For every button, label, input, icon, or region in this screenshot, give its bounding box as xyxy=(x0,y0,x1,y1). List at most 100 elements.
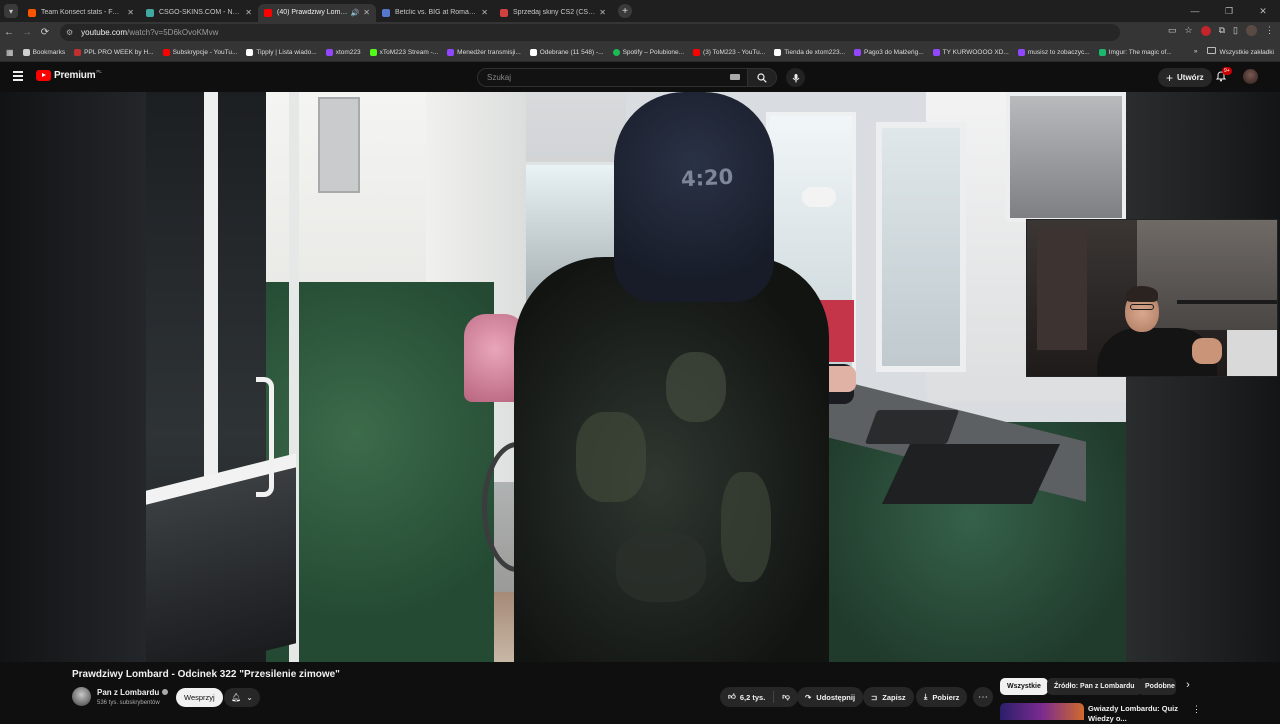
extension-icon[interactable] xyxy=(1200,25,1211,36)
thumbs-down-icon: 👎︎ xyxy=(782,692,790,701)
account-avatar[interactable] xyxy=(1243,69,1258,84)
bookmark-favicon xyxy=(854,48,862,56)
channel-avatar[interactable] xyxy=(72,687,91,706)
tab-4[interactable]: Sprzedaj skiny CS2 (CS:GO) | N ✕ xyxy=(494,4,612,22)
more-actions-button[interactable]: ⋯ xyxy=(973,687,993,707)
bookmark-3[interactable]: Tipply | Lista wiado... xyxy=(246,48,317,56)
support-button[interactable]: Wesprzyj xyxy=(176,688,223,707)
tab-0[interactable]: Team Konsect stats - FACEIT.com ✕ xyxy=(22,4,140,22)
more-bookmarks-button[interactable]: » xyxy=(1194,48,1198,55)
bookmark-label: Imgur: The magic of... xyxy=(1108,48,1172,56)
recommended-thumbnail[interactable] xyxy=(1000,703,1084,720)
bookmark-7[interactable]: Odebrane (11 548) -... xyxy=(529,48,604,56)
create-button[interactable]: + Utwórz xyxy=(1158,68,1212,87)
site-info-icon[interactable]: ⚙ xyxy=(66,28,73,37)
tab-3[interactable]: Betclic vs. BIG at Roman Imperi ✕ xyxy=(376,4,494,22)
video-player[interactable]: 4:20 xyxy=(0,92,1280,662)
like-button[interactable]: 👍︎ 6,2 tys. xyxy=(720,691,775,703)
scene-counter-window xyxy=(876,122,966,372)
bookmark-5[interactable]: xToM223 Stream -... xyxy=(369,48,438,56)
tab-2-active[interactable]: (40) Prawdziwy Lombard - O 🔊 ✕ xyxy=(258,3,376,22)
bookmark-0[interactable]: Bookmarks xyxy=(22,48,66,56)
bookmark-13[interactable]: musisz to zobaczyc... xyxy=(1017,48,1090,56)
speaker-icon[interactable]: 🔊 xyxy=(351,9,360,17)
tab-strip: ▾ Team Konsect stats - FACEIT.com ✕ CSGO… xyxy=(0,0,1280,22)
close-icon[interactable]: ✕ xyxy=(481,8,488,17)
tab-favicon xyxy=(264,8,272,17)
video-frame[interactable]: 4:20 xyxy=(146,92,1126,662)
bookmark-9[interactable]: (3) ToM223 - YouTu... xyxy=(693,48,765,56)
notifications-badge: 9+ xyxy=(1222,67,1232,75)
close-window-icon[interactable]: ✕ xyxy=(1246,6,1280,17)
microphone-icon xyxy=(792,73,799,82)
chevron-right-icon[interactable]: › xyxy=(1180,679,1196,695)
bookmark-2[interactable]: Subskrypcje - YouTu... xyxy=(162,48,237,56)
tab-favicon xyxy=(28,8,36,17)
scene-door-handle xyxy=(256,377,274,497)
scene-tablet xyxy=(864,410,960,444)
browser-menu-icon[interactable]: ⋮ xyxy=(1265,25,1274,36)
bookmark-favicon xyxy=(1017,48,1025,56)
youtube-logo[interactable]: Premium PL xyxy=(36,69,102,81)
save-button[interactable]: ⊐ Zapisz xyxy=(863,687,914,707)
new-tab-button[interactable]: + xyxy=(618,4,632,18)
logo-region: PL xyxy=(96,69,102,74)
star-icon[interactable]: ☆ xyxy=(1185,25,1193,36)
search-button[interactable] xyxy=(747,68,777,87)
tab-title: Sprzedaj skiny CS2 (CS:GO) | N xyxy=(513,9,596,16)
download-button[interactable]: ⤓ Pobierz xyxy=(916,687,968,707)
chip-related[interactable]: Podobne xyxy=(1138,678,1176,695)
split-view-icon[interactable]: ▯ xyxy=(1233,25,1238,36)
youtube-header: Premium PL Szukaj + Utwórz 9+ xyxy=(0,62,1280,92)
profile-avatar[interactable] xyxy=(1246,25,1257,36)
close-icon[interactable]: ✕ xyxy=(363,8,370,17)
all-bookmarks-button[interactable]: Wszystkie zakładki xyxy=(1207,47,1274,56)
channel-name[interactable]: Pan z Lombardu xyxy=(97,688,169,697)
cast-icon[interactable]: ▭ xyxy=(1168,25,1177,36)
scene-camo xyxy=(666,352,726,422)
scene-camo xyxy=(616,532,706,602)
tab-search-button[interactable]: ▾ xyxy=(4,4,18,18)
dislike-button[interactable]: 👎︎ xyxy=(774,692,798,702)
create-label: Utwórz xyxy=(1177,73,1204,82)
close-icon[interactable]: ✕ xyxy=(245,8,252,17)
bookmark-12[interactable]: TY KURWOOOO XD... xyxy=(932,48,1009,56)
bookmark-8[interactable]: Spotify – Polubione... xyxy=(612,48,684,56)
extensions-puzzle-icon[interactable]: ⧉ xyxy=(1219,25,1225,36)
maximize-icon[interactable]: ❐ xyxy=(1212,6,1246,17)
bookmark-10[interactable]: Tienda de xtom223... xyxy=(774,48,845,56)
back-icon[interactable]: ← xyxy=(0,27,18,38)
minimize-icon[interactable]: — xyxy=(1178,6,1212,16)
reload-icon[interactable]: ⟳ xyxy=(36,27,54,38)
tab-1[interactable]: CSGO-SKINS.COM - Najlepsze ✕ xyxy=(140,4,258,22)
address-bar[interactable]: ⚙ youtube.com/watch?v=5D6kOvoKMvw xyxy=(60,24,1120,41)
window-controls: — ❐ ✕ xyxy=(1178,0,1280,22)
keyboard-icon[interactable] xyxy=(730,74,740,80)
close-icon[interactable]: ✕ xyxy=(599,8,606,17)
apps-icon[interactable]: ▦ xyxy=(6,48,14,57)
subscription-bell-button[interactable]: 🔔︎ ⌄ xyxy=(224,688,260,707)
bookmark-4[interactable]: xtom223 xyxy=(325,48,361,56)
forward-icon[interactable]: → xyxy=(18,27,36,38)
share-button[interactable]: ↷ Udostępnij xyxy=(797,687,864,707)
bookmark-star-icon xyxy=(22,48,30,56)
bookmark-1[interactable]: PPL PRO WEEK by H... xyxy=(74,48,154,56)
bookmark-6[interactable]: Menedżer transmisji... xyxy=(447,48,521,56)
chip-source[interactable]: Źródło: Pan z Lombardu xyxy=(1047,678,1142,695)
recommended-title[interactable]: Gwiazdy Lombardu: Quiz Wiedzy o... xyxy=(1088,704,1183,724)
bookmark-favicon xyxy=(246,48,254,56)
share-label: Udostępnij xyxy=(816,692,856,702)
bookmark-label: Bookmarks xyxy=(32,48,66,56)
close-icon[interactable]: ✕ xyxy=(127,8,134,17)
chip-all[interactable]: Wszystkie xyxy=(1000,678,1048,695)
more-vertical-icon[interactable]: ⋮ xyxy=(1192,704,1201,715)
menu-icon[interactable] xyxy=(13,71,23,81)
webcam-glasses xyxy=(1130,304,1154,310)
scene-hood xyxy=(614,92,774,302)
bookmark-11[interactable]: Pago3 do Małżeńg... xyxy=(854,48,924,56)
url-host: youtube.com xyxy=(81,28,127,37)
bookmark-label: Menedżer transmisji... xyxy=(457,48,521,56)
bookmark-14[interactable]: Imgur: The magic of... xyxy=(1098,48,1172,56)
search-input[interactable]: Szukaj xyxy=(477,68,747,87)
voice-search-button[interactable] xyxy=(786,68,805,87)
